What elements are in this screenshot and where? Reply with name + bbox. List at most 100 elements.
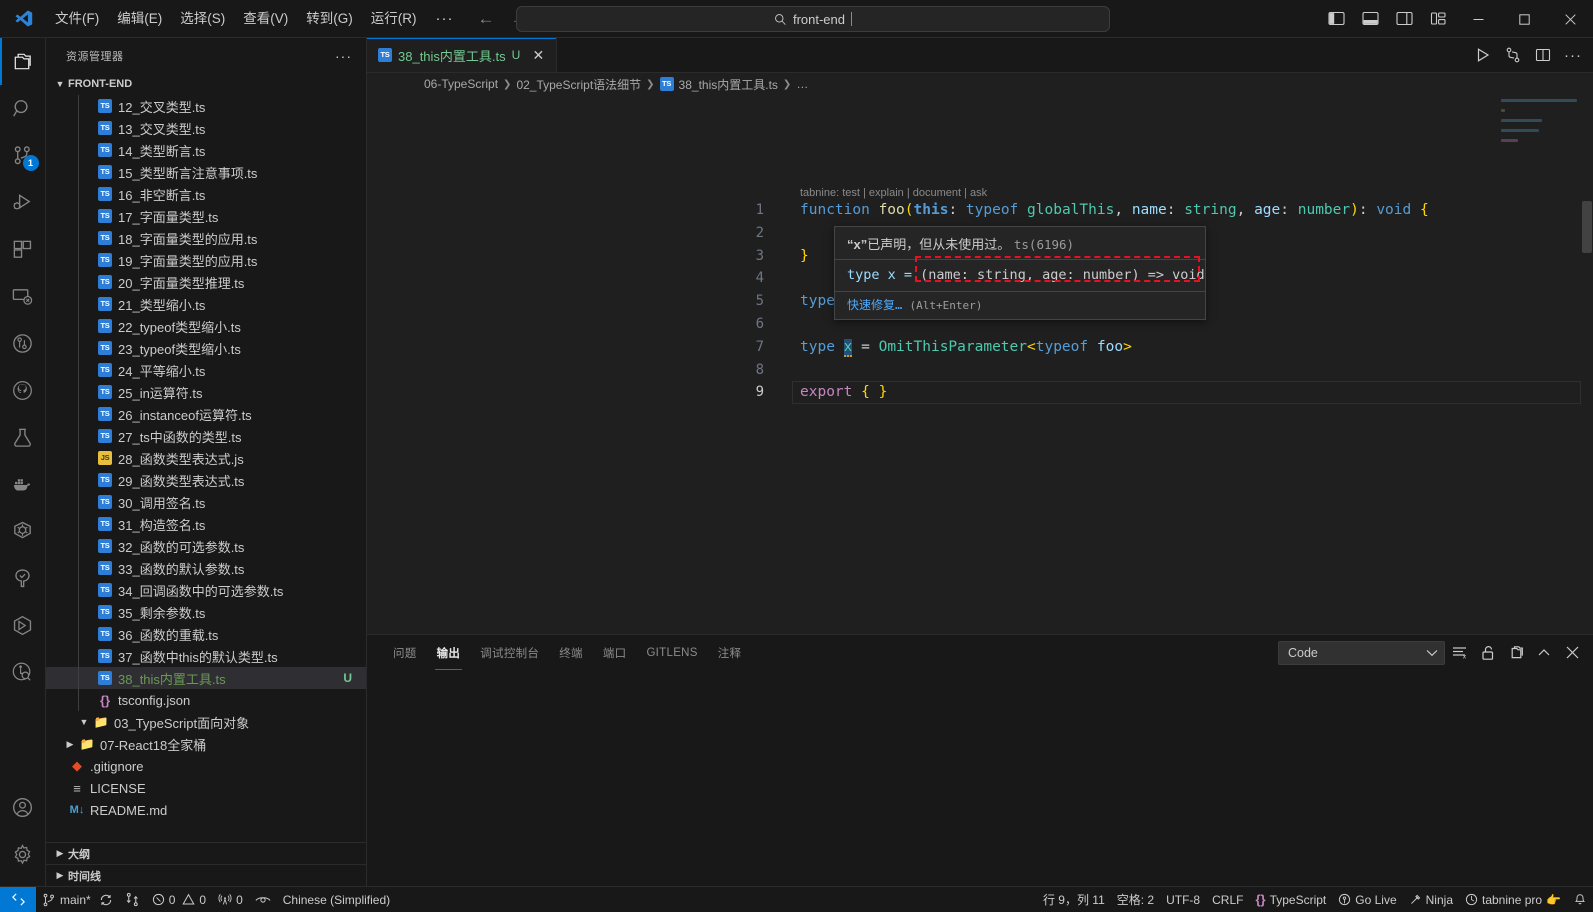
hover-quickfix[interactable]: 快速修复… (Alt+Enter) bbox=[835, 291, 1205, 319]
status-language-locale[interactable]: Chinese (Simplified) bbox=[277, 887, 396, 912]
file-tree-item[interactable]: ▶📁07-React18全家桶 bbox=[46, 733, 366, 755]
close-button[interactable] bbox=[1547, 0, 1593, 38]
clear-output-icon[interactable]: x bbox=[1447, 640, 1473, 666]
sidebar-more-actions-icon[interactable]: ··· bbox=[335, 48, 358, 64]
file-tree-item[interactable]: TS18_字面量类型的应用.ts bbox=[46, 227, 366, 249]
menu-more[interactable]: ··· bbox=[426, 1, 464, 37]
file-tree-item[interactable]: {}tsconfig.json bbox=[46, 689, 366, 711]
status-go-live[interactable]: Go Live bbox=[1332, 887, 1402, 912]
file-tree-item[interactable]: TS22_typeof类型缩小.ts bbox=[46, 315, 366, 337]
file-tree-item[interactable]: TS17_字面量类型.ts bbox=[46, 205, 366, 227]
activity-item-run-and-debug[interactable] bbox=[0, 179, 46, 226]
scrollbar-thumb[interactable] bbox=[1582, 201, 1592, 253]
chevron-right-icon[interactable]: ▶ bbox=[62, 739, 78, 750]
timeline-section[interactable]: ▶ 时间线 bbox=[46, 864, 366, 886]
output-channel-select[interactable]: Code bbox=[1278, 641, 1445, 665]
arrow-left-icon[interactable]: ← bbox=[478, 9, 495, 29]
file-tree[interactable]: TS12_交叉类型.tsTS13_交叉类型.tsTS14_类型断言.tsTS15… bbox=[46, 95, 366, 842]
file-tree-item[interactable]: TS30_调用签名.ts bbox=[46, 491, 366, 513]
hover-tooltip[interactable]: “x”已声明，但从未使用过。 ts(6196) type x = (name: … bbox=[834, 226, 1206, 320]
more-actions-icon[interactable]: ··· bbox=[1559, 38, 1587, 73]
file-tree-item[interactable]: TS38_this内置工具.tsU bbox=[46, 667, 366, 689]
file-tree-item[interactable]: TS12_交叉类型.ts bbox=[46, 95, 366, 117]
new-window-icon[interactable] bbox=[1503, 640, 1529, 666]
file-tree-item[interactable]: TS13_交叉类型.ts bbox=[46, 117, 366, 139]
breadcrumb-item-0[interactable]: 06-TypeScript bbox=[424, 77, 498, 91]
file-tree-item[interactable]: M↓README.md bbox=[46, 799, 366, 821]
file-tree-item[interactable]: ◆.gitignore bbox=[46, 755, 366, 777]
activity-item-github[interactable] bbox=[0, 367, 46, 414]
split-editor-icon[interactable] bbox=[1529, 38, 1557, 73]
file-tree-item[interactable]: TS19_字面量类型的应用.ts bbox=[46, 249, 366, 271]
unlock-icon[interactable] bbox=[1475, 640, 1501, 666]
activity-item-accounts[interactable] bbox=[0, 784, 46, 831]
activity-item-dependency-analytics[interactable] bbox=[0, 649, 46, 696]
panel-tab-terminal[interactable]: 终端 bbox=[549, 635, 593, 670]
minimap[interactable] bbox=[1501, 99, 1579, 219]
activity-item-gitlens[interactable] bbox=[0, 320, 46, 367]
activity-item-source-control[interactable]: 1 bbox=[0, 132, 46, 179]
status-ports[interactable]: 0 bbox=[212, 887, 249, 912]
toggle-primary-sidebar-icon[interactable] bbox=[1319, 0, 1353, 38]
toggle-panel-icon[interactable] bbox=[1353, 0, 1387, 38]
file-tree-item[interactable]: TS31_构造签名.ts bbox=[46, 513, 366, 535]
file-tree-item[interactable]: TS36_函数的重载.ts bbox=[46, 623, 366, 645]
status-ninja[interactable]: Ninja bbox=[1403, 887, 1459, 912]
menu-file[interactable]: 文件(F) bbox=[46, 0, 108, 37]
activity-item-project-manager[interactable] bbox=[0, 555, 46, 602]
file-tree-item[interactable]: JS28_函数类型表达式.js bbox=[46, 447, 366, 469]
file-tree-item[interactable]: ▼📁03_TypeScript面向对象 bbox=[46, 711, 366, 733]
file-tree-item[interactable]: ≡LICENSE bbox=[46, 777, 366, 799]
outline-section[interactable]: ▶ 大纲 bbox=[46, 842, 366, 864]
menu-view[interactable]: 查看(V) bbox=[234, 0, 297, 37]
file-tree-item[interactable]: TS25_in运算符.ts bbox=[46, 381, 366, 403]
status-remote-indicator[interactable] bbox=[0, 887, 36, 912]
activity-item-test-explorer[interactable] bbox=[0, 414, 46, 461]
file-tree-item[interactable]: TS16_非空断言.ts bbox=[46, 183, 366, 205]
file-tree-item[interactable]: TS24_平等缩小.ts bbox=[46, 359, 366, 381]
command-center-search[interactable]: front-end bbox=[516, 6, 1110, 32]
file-tree-item[interactable]: TS29_函数类型表达式.ts bbox=[46, 469, 366, 491]
maximize-panel-icon[interactable] bbox=[1531, 640, 1557, 666]
status-cursor-position[interactable]: 行 9，列 11 bbox=[1037, 887, 1111, 912]
chevron-down-icon[interactable]: ▼ bbox=[76, 717, 92, 727]
file-tree-item[interactable]: TS37_函数中this的默认类型.ts bbox=[46, 645, 366, 667]
panel-output-content[interactable] bbox=[367, 670, 1593, 886]
panel-tab-output[interactable]: 输出 bbox=[427, 635, 471, 670]
run-file-icon[interactable] bbox=[1469, 38, 1497, 73]
quickfix-link[interactable]: 快速修复… bbox=[847, 298, 902, 312]
toggle-secondary-sidebar-icon[interactable] bbox=[1387, 0, 1421, 38]
menu-run[interactable]: 运行(R) bbox=[362, 0, 426, 37]
status-language-mode[interactable]: {} TypeScript bbox=[1249, 887, 1332, 912]
file-tree-item[interactable]: TS33_函数的默认参数.ts bbox=[46, 557, 366, 579]
menu-edit[interactable]: 编辑(E) bbox=[108, 0, 171, 37]
status-tabnine[interactable]: tabnine pro 👉 bbox=[1459, 887, 1567, 912]
split-changes-icon[interactable] bbox=[1499, 38, 1527, 73]
file-tree-item[interactable]: TS20_字面量类型推理.ts bbox=[46, 271, 366, 293]
panel-tab-debug-console[interactable]: 调试控制台 bbox=[470, 635, 549, 670]
code-surface[interactable]: tabnine: test | explain | document | ask… bbox=[367, 95, 1593, 634]
activity-item-settings[interactable] bbox=[0, 831, 46, 878]
activity-item-search[interactable] bbox=[0, 85, 46, 132]
file-tree-item[interactable]: TS34_回调函数中的可选参数.ts bbox=[46, 579, 366, 601]
activity-item-kubernetes[interactable] bbox=[0, 508, 46, 555]
activity-item-docker[interactable] bbox=[0, 461, 46, 508]
status-eol[interactable]: CRLF bbox=[1206, 887, 1249, 912]
activity-item-remote-explorer[interactable] bbox=[0, 273, 46, 320]
menu-go[interactable]: 转到(G) bbox=[297, 0, 362, 37]
activity-item-extensions[interactable] bbox=[0, 226, 46, 273]
editor-scrollbar[interactable] bbox=[1579, 95, 1593, 634]
maximize-button[interactable] bbox=[1501, 0, 1547, 38]
file-tree-item[interactable]: TS15_类型断言注意事项.ts bbox=[46, 161, 366, 183]
sync-icon[interactable] bbox=[99, 893, 113, 907]
editor-tab[interactable]: TS 38_this内置工具.ts U ✕ bbox=[367, 38, 557, 72]
status-indentation[interactable]: 空格: 2 bbox=[1111, 887, 1160, 912]
file-tree-item[interactable]: TS32_函数的可选参数.ts bbox=[46, 535, 366, 557]
breadcrumb-item-3[interactable]: … bbox=[796, 77, 808, 91]
status-git-compare[interactable] bbox=[119, 887, 146, 912]
status-notifications[interactable] bbox=[1567, 887, 1593, 912]
close-panel-icon[interactable] bbox=[1559, 640, 1585, 666]
editor-viewport[interactable]: tabnine: test | explain | document | ask… bbox=[367, 95, 1593, 634]
file-tree-item[interactable]: TS23_typeof类型缩小.ts bbox=[46, 337, 366, 359]
file-tree-item[interactable]: TS14_类型断言.ts bbox=[46, 139, 366, 161]
